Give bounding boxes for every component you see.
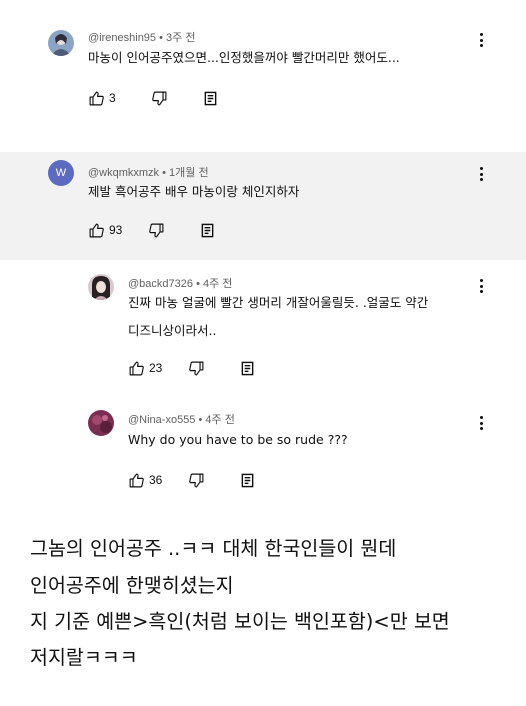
comment-actions: 3 (88, 88, 218, 108)
reply-button[interactable] (200, 223, 215, 238)
comment-text: Why do you have to be so rude ??? (128, 432, 348, 447)
comment-handle[interactable]: @Nina-xo555 (128, 414, 195, 426)
separator-dot: • (159, 32, 163, 44)
thumbs-up-icon (129, 361, 144, 375)
reply-button[interactable] (240, 473, 255, 488)
comment-handle[interactable]: @backd7326 (128, 278, 193, 290)
like-button[interactable]: 3 (88, 90, 116, 107)
comment-meta: @ireneshin95 • 3주 전 (88, 29, 195, 45)
separator-dot: • (162, 167, 166, 179)
reply-icon (204, 91, 217, 105)
thumbs-down-icon (151, 91, 167, 105)
comment-text-line-1: 진짜 마농 얼굴에 빨간 생머리 개잘어울릴듯. .얼굴도 약간 (128, 295, 429, 310)
reply-button[interactable] (203, 91, 218, 106)
post-text-line-1: 그놈의 인어공주 ..ㅋㅋ 대체 한국인들이 뭔데 (30, 537, 397, 560)
post-text-line-4: 저지랄ㅋㅋㅋ (30, 646, 138, 669)
dislike-button[interactable] (188, 472, 205, 489)
thumbs-down-icon (149, 223, 164, 237)
thumbs-down-icon (189, 473, 204, 487)
reply-icon (242, 361, 254, 375)
comment-actions: 93 (88, 220, 215, 240)
more-actions-icon[interactable] (479, 167, 483, 181)
comment-actions: 23 (128, 358, 255, 378)
avatar-letter: W (55, 167, 67, 179)
comment-text: 제발 흑어공주 배우 마농이랑 체인지하자 (88, 184, 300, 199)
comment-handle[interactable]: @wkqmkxmzk (88, 167, 159, 179)
more-actions-icon[interactable] (479, 33, 483, 47)
reply-comment-2: @Nina-xo555 • 4주 전 Why do you have to be… (0, 400, 526, 500)
thumbs-down-icon (189, 361, 204, 375)
dislike-button[interactable] (151, 90, 168, 107)
comment-meta: @backd7326 • 4주 전 (128, 275, 232, 291)
comment-handle[interactable]: @ireneshin95 (88, 32, 156, 44)
comment-meta: @Nina-xo555 • 4주 전 (128, 411, 235, 427)
reply-icon (202, 223, 214, 237)
avatar[interactable]: W (48, 160, 74, 186)
like-button[interactable]: 36 (128, 472, 162, 489)
post-text-line-2: 인어공주에 한맺히셨는지 (30, 574, 234, 597)
comment-time[interactable]: 4주 전 (203, 278, 232, 290)
more-actions-icon[interactable] (479, 279, 483, 293)
reply-icon (242, 473, 254, 487)
comment-time[interactable]: 3주 전 (166, 32, 195, 44)
comment-text: 마농이 인어공주였으면...인정했을꺼야 빨간머리만 했어도... (88, 50, 400, 65)
thumbs-up-icon (89, 223, 104, 237)
thumbs-up-icon (129, 473, 144, 487)
like-count: 3 (109, 91, 116, 105)
dislike-button[interactable] (148, 222, 165, 239)
thumbs-up-icon (89, 91, 104, 105)
like-count: 36 (149, 473, 163, 487)
separator-dot: • (196, 278, 200, 290)
comment-meta: @wkqmkxmzk • 1개월 전 (88, 164, 209, 180)
comment-time[interactable]: 1개월 전 (169, 167, 209, 179)
avatar[interactable] (88, 274, 114, 300)
like-count: 23 (149, 361, 163, 375)
more-actions-icon[interactable] (479, 416, 483, 430)
avatar[interactable] (48, 30, 74, 56)
comment-2: W @wkqmkxmzk • 1개월 전 제발 흑어공주 배우 마농이랑 체인지… (0, 152, 526, 260)
comment-actions: 36 (128, 470, 255, 490)
like-button[interactable]: 93 (88, 222, 122, 239)
separator-dot: • (198, 414, 203, 426)
dislike-button[interactable] (188, 360, 205, 377)
post-text-line-3: 지 기준 예쁜>흑인(처럼 보이는 백인포함)<만 보면 (30, 610, 450, 633)
reply-comment-1: @backd7326 • 4주 전 진짜 마농 얼굴에 빨간 생머리 개잘어울릴… (0, 262, 526, 390)
comment-time[interactable]: 4주 전 (205, 414, 234, 426)
avatar[interactable] (88, 410, 114, 436)
comment-1: @ireneshin95 • 3주 전 마농이 인어공주였으면...인정했을꺼야… (0, 0, 526, 140)
like-button[interactable]: 23 (128, 360, 162, 377)
like-count: 93 (109, 223, 123, 237)
reply-button[interactable] (240, 361, 255, 376)
comment-text-line-2: 디즈니상이라서.. (128, 323, 217, 338)
